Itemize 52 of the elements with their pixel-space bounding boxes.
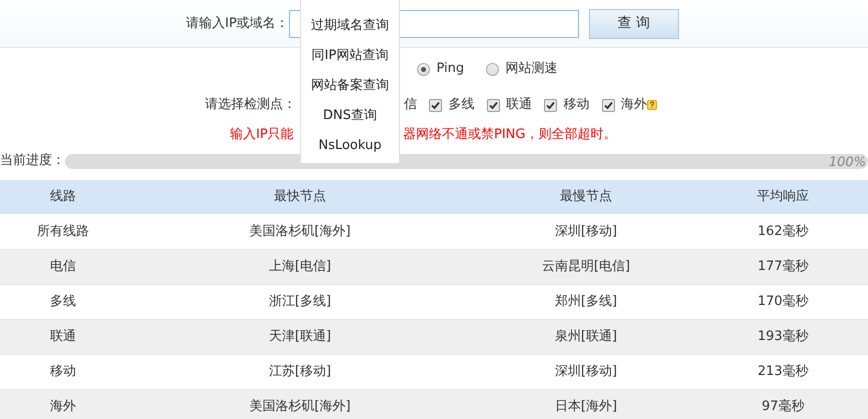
query-label: 请输入IP或域名： (186, 14, 289, 33)
column-header: 最慢节点 (474, 180, 698, 214)
table-cell: 深圳[移动] (474, 214, 698, 249)
table-cell: 213毫秒 (698, 354, 868, 389)
menu-item[interactable]: 过期域名查询 (301, 11, 399, 41)
table-cell: 多线 (0, 284, 126, 319)
nodes-label: 请选择检测点： (205, 96, 296, 114)
progress-label: 当前进度： (0, 152, 65, 170)
table-cell: 泉州[联通] (474, 319, 698, 354)
help-icon[interactable] (647, 100, 657, 110)
table-cell: 联通 (0, 319, 126, 354)
node-checkbox[interactable]: 联通 (486, 95, 532, 115)
table-cell: 郑州[多线] (474, 284, 698, 319)
check-icon (488, 100, 498, 110)
table-cell: 日本[海外] (474, 389, 698, 419)
table-cell: 97毫秒 (698, 389, 868, 419)
table-cell: 177毫秒 (698, 249, 868, 284)
menu-item[interactable]: 同IP网站查询 (301, 41, 399, 71)
radio-option[interactable]: 网站测速 (486, 59, 558, 79)
node-checkbox[interactable]: 海外 (602, 95, 647, 115)
column-header: 最快节点 (126, 180, 474, 214)
node-label: 信 (404, 96, 417, 114)
menu-item[interactable]: NsLookup (301, 131, 399, 161)
node-checkbox[interactable]: 移动 (544, 95, 590, 115)
warning-text: 输入IP只能 (230, 126, 294, 144)
check-icon (546, 100, 555, 110)
table-cell: 170毫秒 (698, 284, 868, 319)
table-cell: 云南昆明[电信] (474, 249, 698, 284)
query-button[interactable]: 查 询 (588, 8, 679, 38)
table-cell: 所有线路 (0, 214, 126, 249)
table-cell: 162毫秒 (698, 214, 868, 249)
table-cell: 海外 (0, 389, 126, 419)
table-cell: 电信 (0, 249, 126, 284)
table-cell: 天津[联通] (126, 319, 474, 354)
table-cell: 美国洛杉矶[海外] (126, 214, 474, 249)
check-icon (604, 100, 612, 110)
progress-percent: 100% (828, 154, 866, 168)
warning-text: 器网络不通或禁PING，则全部超时。 (403, 126, 616, 144)
column-header: 线路 (0, 180, 126, 214)
menu-item[interactable]: DNS查询 (301, 101, 399, 131)
table-cell: 193毫秒 (698, 319, 868, 354)
table-cell: 江苏[移动] (126, 354, 474, 389)
check-icon (431, 100, 440, 110)
radio-option[interactable]: Ping (417, 59, 464, 79)
menu-item[interactable]: 网站备案查询 (301, 71, 399, 101)
node-checkbox[interactable]: 多线 (429, 95, 474, 115)
table-cell: 浙江[多线] (126, 284, 474, 319)
table-cell: 美国洛杉矶[海外] (126, 389, 474, 419)
table-cell: 上海[电信] (126, 249, 474, 284)
table-cell: 移动 (0, 354, 126, 389)
column-header: 平均响应 (698, 180, 868, 214)
table-cell: 深圳[移动] (474, 354, 698, 389)
